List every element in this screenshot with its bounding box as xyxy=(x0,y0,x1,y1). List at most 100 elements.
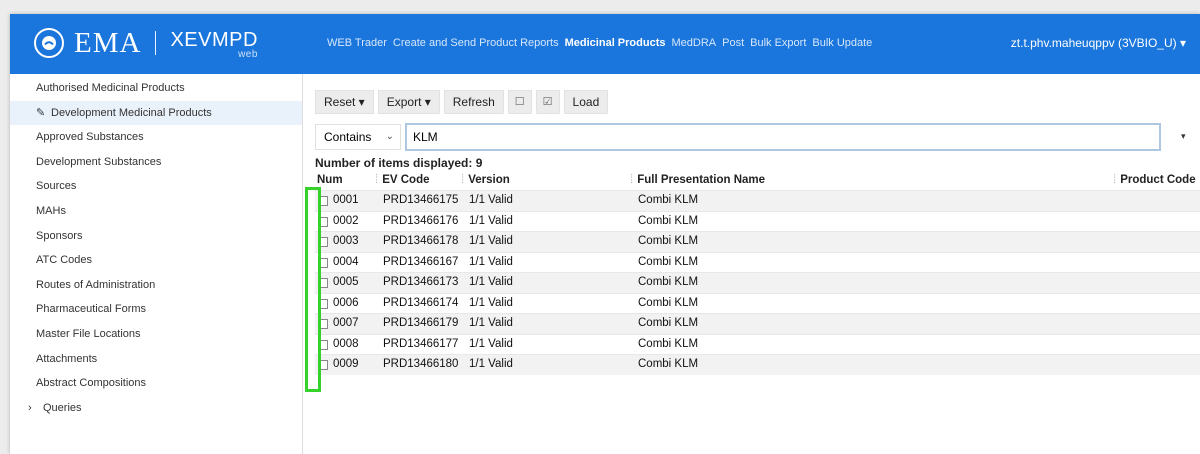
sidebar-item-atc-codes[interactable]: ATC Codes xyxy=(10,248,302,273)
sidebar-item-label: Pharmaceutical Forms xyxy=(36,303,147,316)
sidebar-item-development-substances[interactable]: Development Substances xyxy=(10,150,302,175)
table-row[interactable]: 0004 PRD13466167 1/1 Valid Combi KLM xyxy=(315,251,1200,273)
header-full-presentation-name[interactable]: ⁞ Full Presentation Name xyxy=(630,174,765,186)
sidebar-item-label: Development Substances xyxy=(36,155,162,168)
filter-dropdown-icon[interactable]: ▾ xyxy=(1181,131,1186,142)
table-row[interactable]: 0007 PRD13466179 1/1 Valid Combi KLM xyxy=(315,313,1200,334)
header-version[interactable]: ⁞ Version xyxy=(461,174,510,186)
check-all-button[interactable]: ☑ xyxy=(535,90,560,114)
results-table: Num ⁞ EV Code ⁞ Version ⁞ Full Presentation… xyxy=(315,172,1200,375)
cell-num: 0001 xyxy=(333,194,359,206)
table-row[interactable]: 0006 PRD13466174 1/1 Valid Combi KLM xyxy=(315,292,1200,314)
sidebar-item-approved-substances[interactable]: Approved Substances xyxy=(10,125,302,150)
table-row[interactable]: 0005 PRD13466173 1/1 Valid Combi KLM xyxy=(315,272,1200,293)
sidebar-item-sources[interactable]: Sources xyxy=(10,174,302,199)
header-num[interactable]: Num xyxy=(317,174,343,186)
nav-item-bulk-export[interactable]: Bulk Export xyxy=(750,37,806,49)
table-row[interactable]: 0003 PRD13466178 1/1 Valid Combi KLM xyxy=(315,231,1200,252)
cell-version: 1/1 Valid xyxy=(469,235,513,247)
sidebar: Authorised Medicinal Products ✎ Developmen… xyxy=(10,74,303,454)
filter-operator-select[interactable]: Contains ⌄ xyxy=(315,124,401,150)
nav-item-medicinal-products[interactable]: Medicinal Products xyxy=(565,37,666,49)
cell-version: 1/1 Valid xyxy=(469,358,513,370)
product-name-text: XEVMPD xyxy=(170,28,258,51)
cell-version: 1/1 Valid xyxy=(469,276,513,288)
product-sub: web xyxy=(238,48,258,60)
sidebar-item-mahs[interactable]: MAHs xyxy=(10,199,302,224)
nav-item-web-trader[interactable]: WEB Trader xyxy=(327,37,387,49)
header-product-code[interactable]: ⁞ Product Code xyxy=(1113,174,1196,186)
cell-version: 1/1 Valid xyxy=(469,214,513,227)
cell-full-presentation-name: Combi KLM xyxy=(638,194,699,206)
sidebar-item-label: ATC Codes xyxy=(36,254,93,267)
filter-operator-value: Contains xyxy=(324,130,372,144)
cell-full-presentation-name: Combi KLM xyxy=(638,337,699,350)
export-button[interactable]: Export ▾ xyxy=(377,90,440,114)
sidebar-item-sponsors[interactable]: Sponsors xyxy=(10,224,302,249)
product-name: XEVMPD web xyxy=(170,28,258,60)
sidebar-item-authorised-medicinal-products[interactable]: Authorised Medicinal Products xyxy=(10,76,302,101)
app-window: EMA XEVMPD web WEB Trader Create and Send… xyxy=(10,14,1200,454)
checkbox-column-highlight xyxy=(305,187,321,392)
chevron-down-icon: ⌄ xyxy=(385,131,394,142)
toolbar: Reset ▾ Export ▾ Refresh ☐ ☑ Load xyxy=(315,90,609,114)
filter-bar: Contains ⌄ KLM xyxy=(315,123,1161,151)
cell-ev-code: PRD13466180 xyxy=(383,358,459,370)
cell-version: 1/1 Valid xyxy=(469,194,513,206)
pencil-icon: ✎ xyxy=(36,106,46,119)
cell-num: 0007 xyxy=(333,317,359,329)
nav-item-post[interactable]: Post xyxy=(722,37,744,49)
nav-item-bulk-update[interactable]: Bulk Update xyxy=(812,37,872,49)
sidebar-item-abstract-compositions[interactable]: Abstract Compositions xyxy=(10,371,302,396)
top-bar: EMA XEVMPD web WEB Trader Create and Send… xyxy=(10,14,1200,74)
user-menu[interactable]: zt.t.phv.maheuqppv (3VBIO_U) ▾ xyxy=(1011,36,1186,50)
sidebar-item-label: Routes of Administration xyxy=(36,278,156,291)
table-row[interactable]: 0001 PRD13466175 1/1 Valid Combi KLM xyxy=(315,190,1200,211)
sidebar-item-label: Approved Substances xyxy=(36,131,144,144)
cell-version: 1/1 Valid xyxy=(469,317,513,329)
sidebar-item-development-medicinal-products[interactable]: ✎ Development Medicinal Products xyxy=(10,100,302,126)
cell-num: 0009 xyxy=(333,358,359,370)
table-row[interactable]: 0002 PRD13466176 1/1 Valid Combi KLM xyxy=(315,210,1200,232)
cell-ev-code: PRD13466175 xyxy=(383,194,459,206)
cell-num: 0006 xyxy=(333,296,359,309)
sidebar-item-pharmaceutical-forms[interactable]: Pharmaceutical Forms xyxy=(10,297,302,322)
logo[interactable]: EMA XEVMPD web xyxy=(34,26,258,60)
cell-ev-code: PRD13466167 xyxy=(383,255,459,268)
sidebar-item-routes-of-administration[interactable]: Routes of Administration xyxy=(10,273,302,298)
sidebar-item-label: Development Medicinal Products xyxy=(51,106,212,119)
table-row[interactable]: 0009 PRD13466180 1/1 Valid Combi KLM xyxy=(315,354,1200,375)
cell-num: 0002 xyxy=(333,214,359,227)
nav-item-meddra[interactable]: MedDRA xyxy=(671,37,716,49)
cell-full-presentation-name: Combi KLM xyxy=(638,358,699,370)
cell-full-presentation-name: Combi KLM xyxy=(638,317,699,329)
main-content: Reset ▾ Export ▾ Refresh ☐ ☑ Load Contai… xyxy=(303,74,1200,454)
cell-num: 0008 xyxy=(333,337,359,350)
sidebar-item-master-file-locations[interactable]: Master File Locations xyxy=(10,322,302,347)
header-ev-code[interactable]: ⁞ EV Code xyxy=(375,174,430,186)
reset-button[interactable]: Reset ▾ xyxy=(315,90,374,114)
cell-ev-code: PRD13466174 xyxy=(383,296,459,309)
table-header: Num ⁞ EV Code ⁞ Version ⁞ Full Presentation… xyxy=(315,172,1200,190)
cell-version: 1/1 Valid xyxy=(469,255,513,268)
table-body: 0001 PRD13466175 1/1 Valid Combi KLM 0002 PRD… xyxy=(315,190,1200,375)
main-nav: WEB Trader Create and Send Product Report… xyxy=(327,37,872,49)
uncheck-all-button[interactable]: ☐ xyxy=(507,90,532,114)
table-row[interactable]: 0008 PRD13466177 1/1 Valid Combi KLM xyxy=(315,333,1200,355)
sidebar-item-attachments[interactable]: Attachments xyxy=(10,347,302,372)
search-input[interactable]: KLM xyxy=(405,123,1161,151)
refresh-button[interactable]: Refresh xyxy=(443,90,504,114)
cell-ev-code: PRD13466177 xyxy=(383,337,459,350)
cell-full-presentation-name: Combi KLM xyxy=(638,276,699,288)
cell-full-presentation-name: Combi KLM xyxy=(638,214,699,227)
sidebar-item-label: Authorised Medicinal Products xyxy=(36,82,185,94)
chevron-right-icon: › xyxy=(28,401,32,414)
ema-logo-icon xyxy=(34,28,64,58)
cell-version: 1/1 Valid xyxy=(469,337,513,350)
sidebar-item-queries[interactable]: › Queries xyxy=(10,396,302,421)
cell-full-presentation-name: Combi KLM xyxy=(638,296,699,309)
cell-ev-code: PRD13466179 xyxy=(383,317,459,329)
cell-num: 0004 xyxy=(333,255,359,268)
load-button[interactable]: Load xyxy=(563,90,609,114)
nav-item-create-and-send-product-reports[interactable]: Create and Send Product Reports xyxy=(393,37,559,49)
